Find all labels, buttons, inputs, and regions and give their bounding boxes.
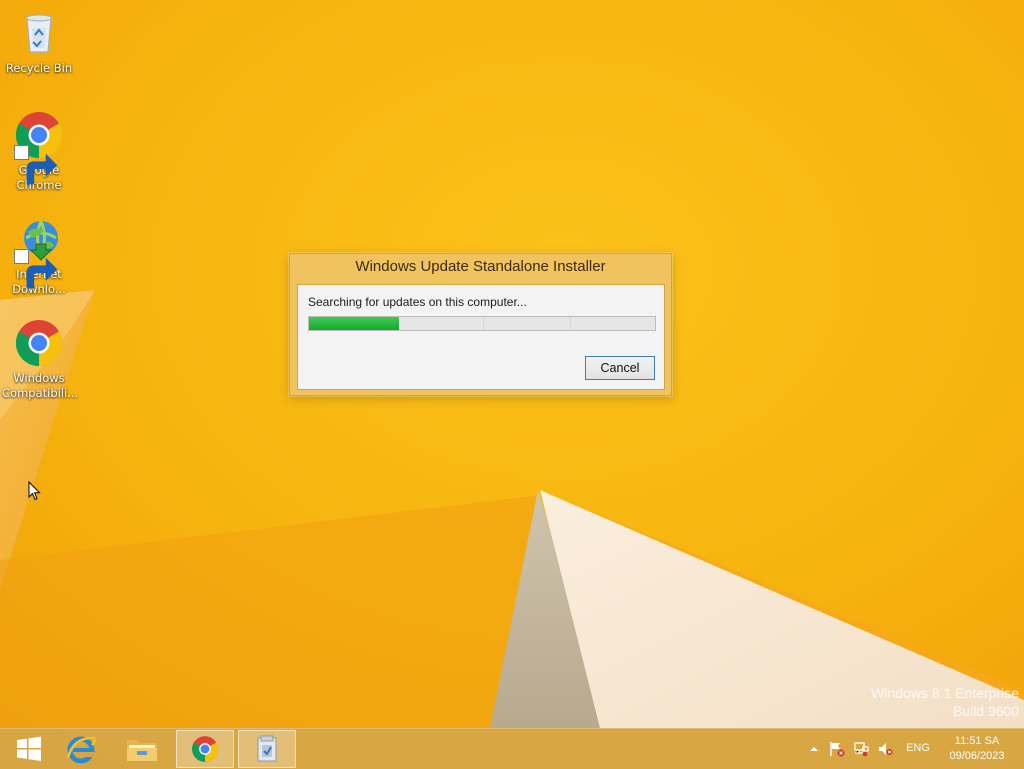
taskbar-internet-explorer[interactable] — [52, 730, 110, 768]
desktop-icon-internet-download-manager[interactable]: Internet Downlo... — [2, 214, 76, 297]
internet-download-manager-icon — [14, 214, 64, 289]
clock-time: 11:51 SA — [954, 735, 1000, 747]
system-clock[interactable]: 11:51 SA 09/06/2023 — [938, 734, 1016, 764]
progress-bar — [308, 316, 656, 331]
dialog-content: Searching for updates on this computer..… — [297, 284, 665, 390]
chevron-up-icon[interactable] — [806, 741, 822, 757]
clock-date: 09/06/2023 — [949, 750, 1005, 762]
windows-edition-watermark: Windows 8.1 Enterprise Build 9600 — [871, 684, 1019, 720]
desktop-icon-google-chrome[interactable]: Google Chrome — [2, 110, 76, 193]
installer-icon — [257, 735, 277, 762]
desktop-icon-windows-compatibility[interactable]: Windows Compatibili... — [2, 318, 79, 401]
chrome-icon — [14, 318, 64, 368]
desktop-icon-label: Recycle Bin — [5, 61, 73, 75]
shortcut-arrow-icon — [14, 145, 58, 185]
watermark-build: Build 9600 — [952, 703, 1019, 719]
chrome-icon — [192, 736, 218, 762]
network-icon[interactable] — [853, 741, 869, 757]
desktop-icon-label: Windows Compatibili... — [2, 371, 79, 400]
status-text: Searching for updates on this computer..… — [308, 295, 527, 309]
volume-muted-icon[interactable] — [877, 741, 893, 757]
input-language-indicator[interactable]: ENG — [904, 742, 932, 754]
shortcut-arrow-icon — [14, 249, 58, 289]
windows-logo-icon — [17, 736, 41, 761]
action-center-flag-icon[interactable] — [829, 741, 845, 757]
dialog-title: Windows Update Standalone Installer — [355, 258, 606, 275]
progress-tick — [483, 317, 484, 330]
progress-tick — [396, 317, 397, 330]
update-installer-dialog: Windows Update Standalone Installer Sear… — [289, 253, 672, 396]
chrome-icon — [14, 110, 64, 185]
folder-icon — [127, 740, 157, 761]
start-button[interactable] — [0, 730, 58, 768]
watermark-edition: Windows 8.1 Enterprise — [871, 685, 1019, 701]
taskbar: ENG 11:51 SA 09/06/2023 — [0, 728, 1024, 769]
progress-fill — [309, 317, 399, 330]
cancel-button[interactable]: Cancel — [585, 356, 655, 380]
mouse-cursor-icon — [28, 481, 41, 501]
recycle-bin-icon — [14, 8, 64, 58]
taskbar-file-explorer[interactable] — [113, 730, 171, 768]
progress-tick — [570, 317, 571, 330]
taskbar-update-installer[interactable] — [238, 730, 296, 768]
internet-explorer-icon — [66, 736, 96, 764]
taskbar-google-chrome[interactable] — [176, 730, 234, 768]
desktop-icon-recycle-bin[interactable]: Recycle Bin — [2, 8, 76, 76]
